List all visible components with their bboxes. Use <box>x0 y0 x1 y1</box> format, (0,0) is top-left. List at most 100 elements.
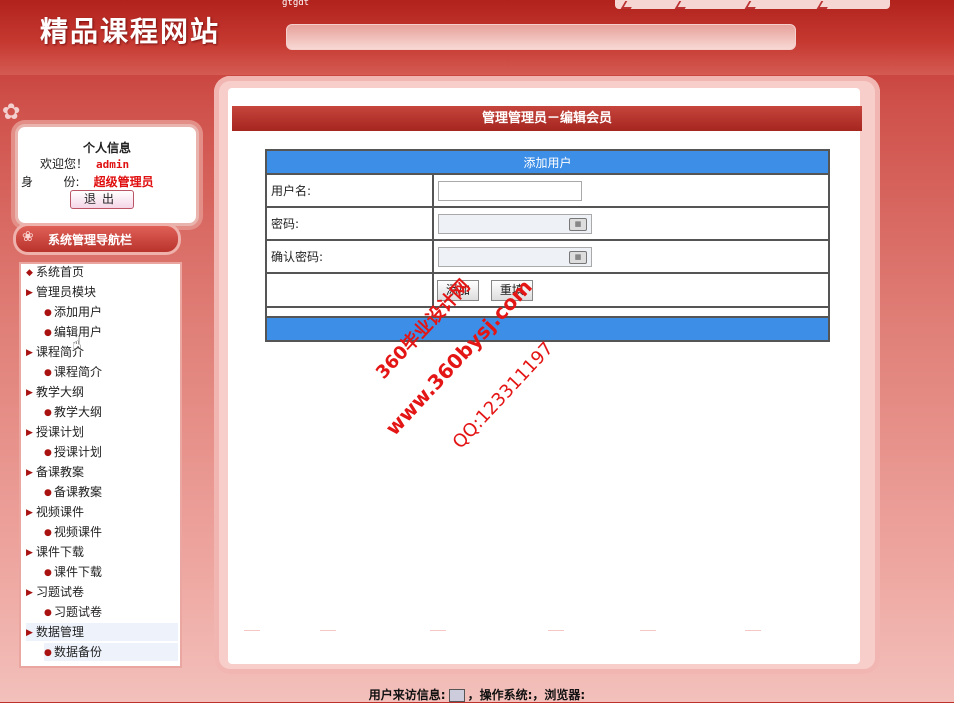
form-spacer-row <box>265 306 830 318</box>
logout-button[interactable]: 退出 <box>70 190 134 209</box>
divider <box>548 630 564 631</box>
identity-label: 身 份: <box>21 175 80 189</box>
tree-bullet-icon: ● <box>44 647 52 658</box>
username-input[interactable] <box>438 180 582 201</box>
nav-group-item[interactable]: ▶ 管理员模块 <box>26 283 178 301</box>
tree-arrow-icon: ▶ <box>26 387 33 398</box>
nav-group-item[interactable]: ▶ 数据管理 <box>26 623 178 641</box>
nav-item-label: 习题试卷 <box>54 605 103 619</box>
browser-label: ，浏览器: <box>532 688 586 702</box>
site-title: 精品课程网站 <box>40 15 221 48</box>
header-banner-bar <box>286 24 796 50</box>
nav-item-label: 备课教案 <box>36 465 85 479</box>
welcome-label: 欢迎您！ <box>40 157 89 171</box>
user-info-title: 个人信息 <box>82 141 131 155</box>
tree-bullet-icon: ● <box>44 447 52 458</box>
nav-item-label: 教学大纲 <box>54 405 103 419</box>
tree-arrow-icon: ▶ <box>26 627 33 638</box>
tree-arrow-icon: ▶ <box>26 587 33 598</box>
nav-group-item[interactable]: ▶ 授课计划 <box>26 423 178 441</box>
nav-sub-item[interactable]: ● 教学大纲 <box>44 403 178 421</box>
os-label: ，操作系统: <box>467 688 533 702</box>
nav-sub-item[interactable]: ● 课件下载 <box>44 563 178 581</box>
tree-arrow-icon: ▶ <box>26 427 33 438</box>
divider <box>320 630 336 631</box>
nav-header: ❀ 系统管理导航栏 <box>16 226 178 252</box>
nav-group-item[interactable]: ◆ 系统首页 <box>26 263 178 281</box>
nav-item-label: 视频课件 <box>54 525 103 539</box>
top-decor-bar <box>615 0 890 9</box>
keyboard-icon[interactable]: ▦ <box>569 217 587 231</box>
form-header: 添加用户 <box>265 149 830 175</box>
tree-bullet-icon: ● <box>44 487 52 498</box>
nav-item-label: 授课计划 <box>36 425 85 439</box>
nav-item-label: 课程简介 <box>54 365 103 379</box>
tree-bullet-icon: ● <box>44 527 52 538</box>
computer-icon <box>448 689 465 702</box>
tree-bullet-icon: ● <box>44 307 52 318</box>
confirm-password-label: 确认密码: <box>265 239 434 274</box>
page-header: 精品课程网站 gtgdt <box>0 0 954 75</box>
visitor-label: 用户来访信息: <box>368 688 446 702</box>
nav-item-label: 教学大纲 <box>36 385 85 399</box>
tree-bullet-icon: ● <box>44 367 52 378</box>
nav-group-item[interactable]: ▶ 习题试卷 <box>26 583 178 601</box>
nav-group-item[interactable]: ▶ 视频课件 <box>26 503 178 521</box>
flower-decoration-icon: ✿ <box>2 100 21 125</box>
tree-arrow-icon: ▶ <box>26 287 33 298</box>
nav-item-label: 授课计划 <box>54 445 103 459</box>
nav-item-label: 系统首页 <box>36 265 85 279</box>
username-value: admin <box>96 158 130 171</box>
nav-sub-item[interactable]: ● 添加用户 <box>44 303 178 321</box>
add-user-form: 添加用户 用户名: 密码: ▦ 确认密码: ▦ 添加 重填 <box>265 149 830 342</box>
password-label: 密码: <box>265 206 434 241</box>
tree-arrow-icon: ▶ <box>26 347 33 358</box>
divider <box>745 630 761 631</box>
welcome-line: 欢迎您！ admin <box>40 155 129 172</box>
divider <box>244 630 260 631</box>
nav-group-item[interactable]: ▶ 备课教案 <box>26 463 178 481</box>
nav-group-item[interactable]: ▶ 课件下载 <box>26 543 178 561</box>
identity-line: 身 份: 超级管理员 <box>21 173 154 190</box>
nav-item-label: 数据备份 <box>54 645 103 659</box>
nav-sub-item[interactable]: ● 习题试卷 <box>44 603 178 621</box>
username-label: 用户名: <box>265 173 434 208</box>
nav-sub-item[interactable]: ● 授课计划 <box>44 443 178 461</box>
nav-item-label: 课件下载 <box>54 565 103 579</box>
nav-item-label: 备课教案 <box>54 485 103 499</box>
button-row-spacer <box>265 272 434 308</box>
nav-item-label: 课件下载 <box>36 545 85 559</box>
form-footer <box>265 316 830 342</box>
divider <box>430 630 446 631</box>
nav-group-item[interactable]: ▶ 课程简介 <box>26 343 178 361</box>
tree-arrow-icon: ▶ <box>26 547 33 558</box>
user-info-panel: 个人信息 欢迎您！ admin 身 份: 超级管理员 退出 <box>15 124 199 226</box>
nav-sub-item[interactable]: ● 备课教案 <box>44 483 178 501</box>
tree-arrow-icon: ▶ <box>26 467 33 478</box>
nav-group-item[interactable]: ▶ 教学大纲 <box>26 383 178 401</box>
confirm-password-input[interactable]: ▦ <box>438 246 592 267</box>
nav-sub-item[interactable]: ● 编辑用户 <box>44 323 178 341</box>
password-input[interactable]: ▦ <box>438 213 592 234</box>
nav-sub-item[interactable]: ● 视频课件 <box>44 523 178 541</box>
page-title: 管理管理员－编辑会员 <box>232 106 862 131</box>
nav-item-label: 添加用户 <box>54 305 103 319</box>
tree-arrow-icon: ▶ <box>26 507 33 518</box>
mouse-cursor-icon: ☝ <box>72 334 82 353</box>
nav-sub-item[interactable]: ● 数据备份 <box>44 643 178 661</box>
divider <box>640 630 656 631</box>
nav-item-label: 管理员模块 <box>36 285 97 299</box>
tree-arrow-icon: ◆ <box>26 267 33 278</box>
nav-item-label: 视频课件 <box>36 505 85 519</box>
nav-item-label: 数据管理 <box>36 625 85 639</box>
tree-bullet-icon: ● <box>44 327 52 338</box>
tree-bullet-icon: ● <box>44 607 52 618</box>
nav-sub-item[interactable]: ● 课程简介 <box>44 363 178 381</box>
keyboard-icon[interactable]: ▦ <box>569 250 587 264</box>
tree-bullet-icon: ● <box>44 567 52 578</box>
footer-visitor-info: 用户来访信息: ，操作系统:，浏览器: <box>0 686 954 703</box>
tree-bullet-icon: ● <box>44 407 52 418</box>
identity-value: 超级管理员 <box>93 175 154 189</box>
header-tiny-text: gtgdt <box>282 0 310 8</box>
nav-item-label: 习题试卷 <box>36 585 85 599</box>
